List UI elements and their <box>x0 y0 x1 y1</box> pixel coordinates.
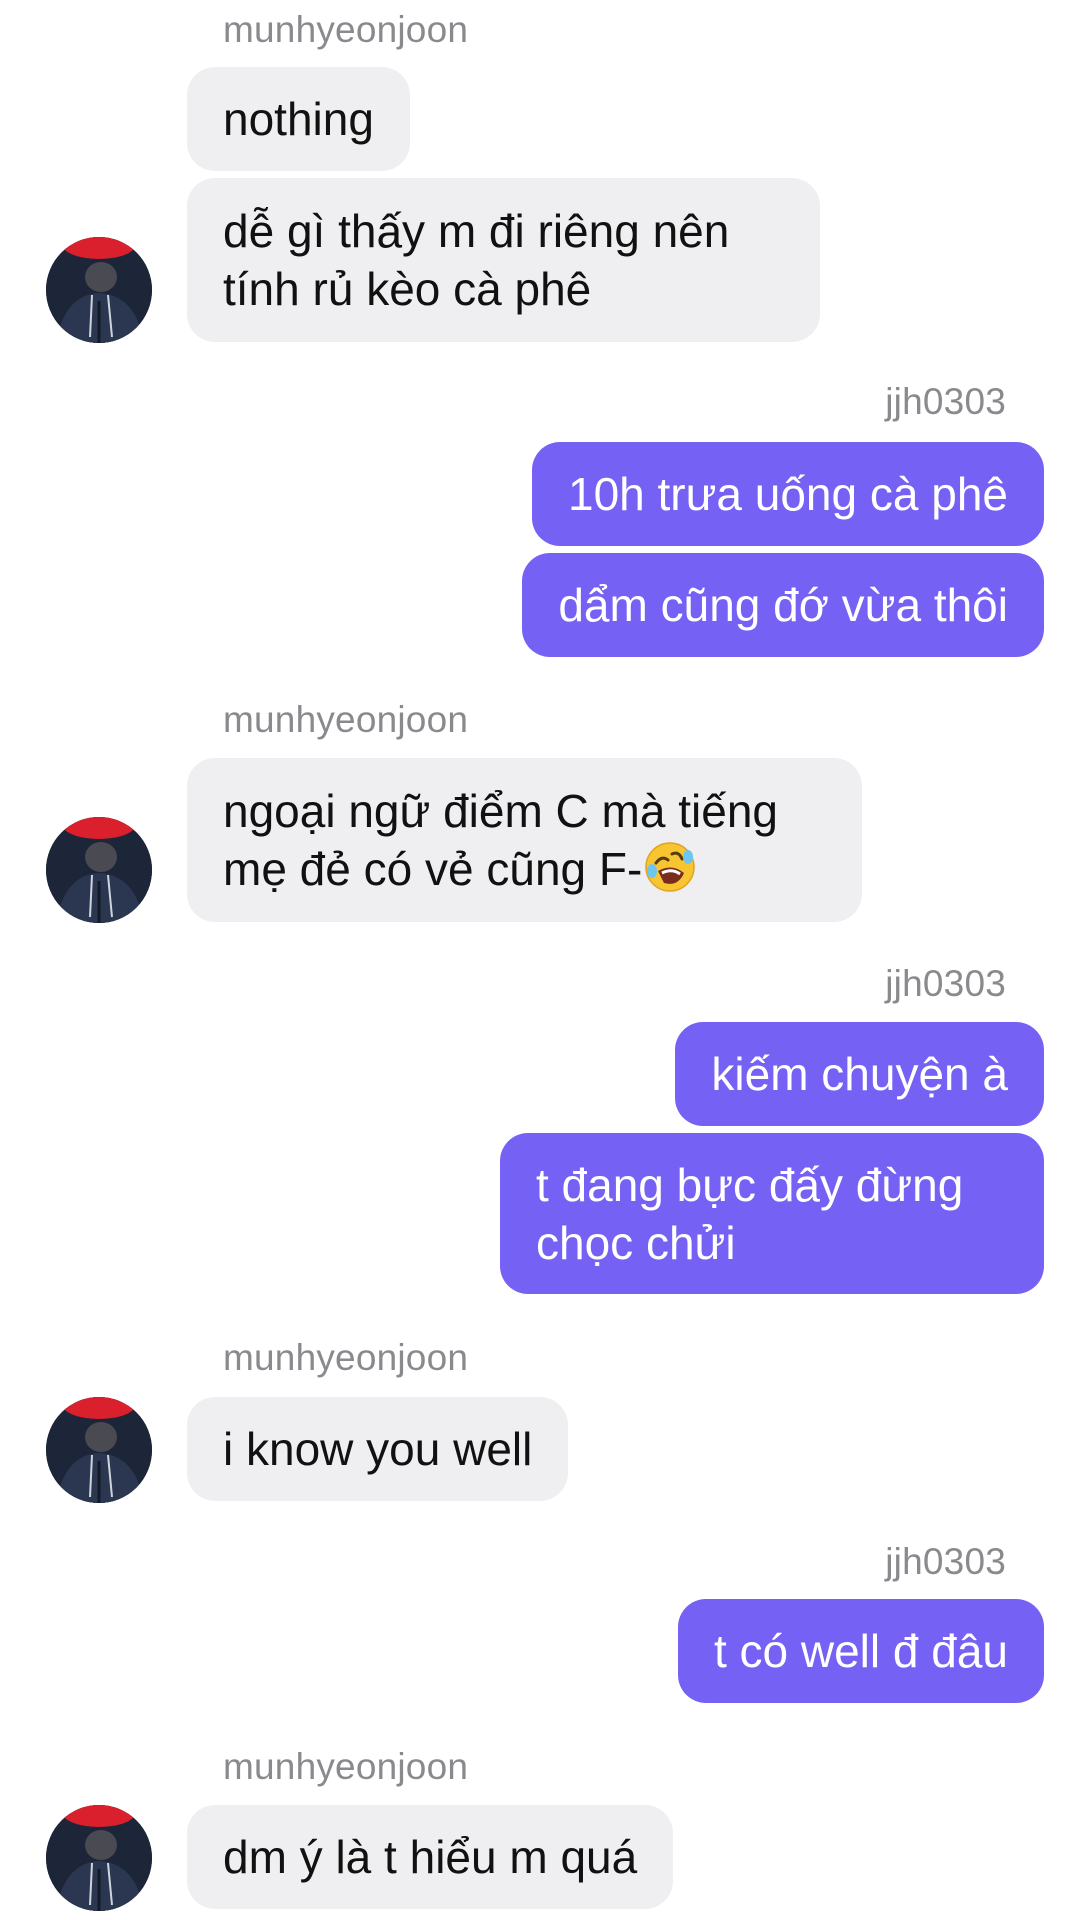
avatar-image <box>46 237 152 343</box>
message-text: dẩm cũng đớ vừa thôi <box>558 579 1008 631</box>
outgoing-message-bubble[interactable]: kiếm chuyện à <box>675 1022 1044 1126</box>
message-text: nothing <box>223 93 374 145</box>
sender-name: munhyeonjoon <box>223 699 469 740</box>
message-text: 10h trưa uống cà phê <box>567 468 1008 520</box>
message-text: ngoại ngữ điểm C mà tiếng mẹ đẻ có vẻ cũ… <box>223 782 826 898</box>
sender-name: jjh0303 <box>885 1541 1006 1582</box>
sender-name: munhyeonjoon <box>223 1746 469 1787</box>
message-text: t đang bực đấy đừng chọc chửi <box>536 1158 964 1269</box>
avatar[interactable] <box>46 1397 152 1503</box>
sender-name: jjh0303 <box>885 381 1006 422</box>
message-text: t có well đ đâu <box>713 1625 1008 1677</box>
chat-thread: munhyeonjoon nothing dễ gì thấy m đi riê… <box>0 0 1086 1920</box>
avatar[interactable] <box>46 237 152 343</box>
incoming-message-bubble[interactable]: dm ý là t hiểu m quá <box>187 1805 674 1909</box>
avatar-image <box>46 817 152 923</box>
incoming-message-bubble[interactable]: i know you well <box>187 1397 569 1501</box>
sender-name: jjh0303 <box>885 963 1006 1004</box>
incoming-message-bubble[interactable]: ngoại ngữ điểm C mà tiếng mẹ đẻ có vẻ cũ… <box>187 758 862 922</box>
outgoing-message-bubble[interactable]: dẩm cũng đớ vừa thôi <box>522 553 1044 657</box>
message-text: dm ý là t hiểu m quá <box>223 1831 638 1883</box>
avatar-image <box>46 1397 152 1503</box>
outgoing-message-bubble[interactable]: t có well đ đâu <box>677 1599 1044 1703</box>
message-text: dễ gì thấy m đi riêng nên tính rủ kèo cà… <box>223 205 730 315</box>
avatar[interactable] <box>46 1805 152 1911</box>
incoming-message-bubble[interactable]: nothing <box>187 67 410 171</box>
avatar[interactable] <box>46 817 152 923</box>
sender-name: munhyeonjoon <box>223 1337 469 1378</box>
message-text: kiếm chuyện à <box>711 1048 1008 1100</box>
avatar-image <box>46 1805 152 1911</box>
message-text: i know you well <box>223 1423 533 1475</box>
incoming-message-bubble[interactable]: dễ gì thấy m đi riêng nên tính rủ kèo cà… <box>187 178 820 342</box>
rolling-laughing-emoji-icon <box>645 842 696 892</box>
sender-name: munhyeonjoon <box>223 9 469 50</box>
outgoing-message-bubble[interactable]: 10h trưa uống cà phê <box>531 442 1044 546</box>
outgoing-message-bubble[interactable]: t đang bực đấy đừng chọc chửi <box>500 1133 1044 1294</box>
